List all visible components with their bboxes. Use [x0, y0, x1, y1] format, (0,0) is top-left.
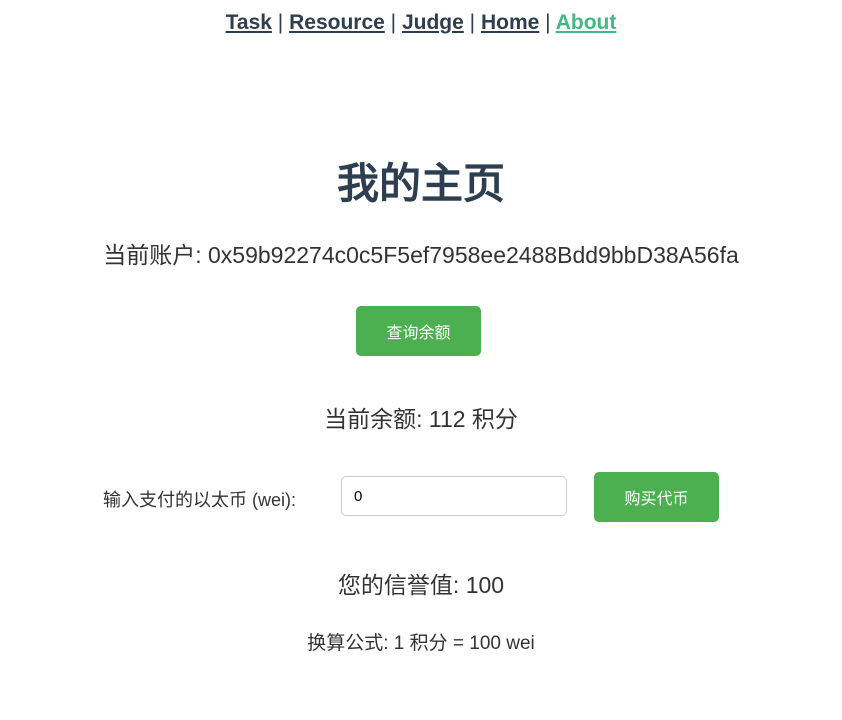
balance-value: 112 [428, 406, 466, 432]
nav-separator: | [390, 11, 397, 34]
wei-input-label: 输入支付的以太币 (wei): [103, 490, 296, 510]
reputation-value: 100 [465, 572, 505, 598]
reputation-label: 您的信誉值: [337, 572, 460, 598]
nav-separator: | [469, 11, 476, 34]
top-nav: Task | Resource | Judge | Home | About [0, 0, 842, 35]
current-account: 当前账户: 0x59b92274c0c5F5ef7958ee2488Bdd9bb… [0, 236, 842, 270]
buy-token-button[interactable]: 购买代币 [594, 472, 719, 522]
balance-unit: 积分 [471, 406, 518, 432]
nav-resource-link[interactable]: Resource [289, 11, 385, 34]
nav-separator: | [277, 11, 284, 34]
nav-separator: | [545, 11, 551, 34]
current-balance: 当前余额: 112 积分 [0, 400, 842, 434]
conversion-formula: 换算公式: 1 积分 = 100 wei [307, 633, 535, 654]
nav-task-link[interactable]: Task [226, 11, 272, 34]
account-address: 0x59b92274c0c5F5ef7958ee2488Bdd9bbD38A56… [208, 242, 739, 268]
nav-home-link[interactable]: Home [481, 11, 539, 34]
wei-amount-input[interactable] [341, 476, 567, 516]
balance-label: 当前余额: [324, 406, 423, 432]
reputation: 您的信誉值: 100 [0, 566, 842, 600]
query-balance-button[interactable]: 查询余额 [356, 306, 481, 356]
page-title: 我的主页 [336, 160, 505, 207]
purchase-row: 输入支付的以太币 (wei): 购买代币 [0, 472, 842, 522]
account-label: 当前账户: [103, 242, 202, 268]
nav-about-link[interactable]: About [556, 11, 617, 34]
nav-judge-link[interactable]: Judge [402, 11, 464, 34]
